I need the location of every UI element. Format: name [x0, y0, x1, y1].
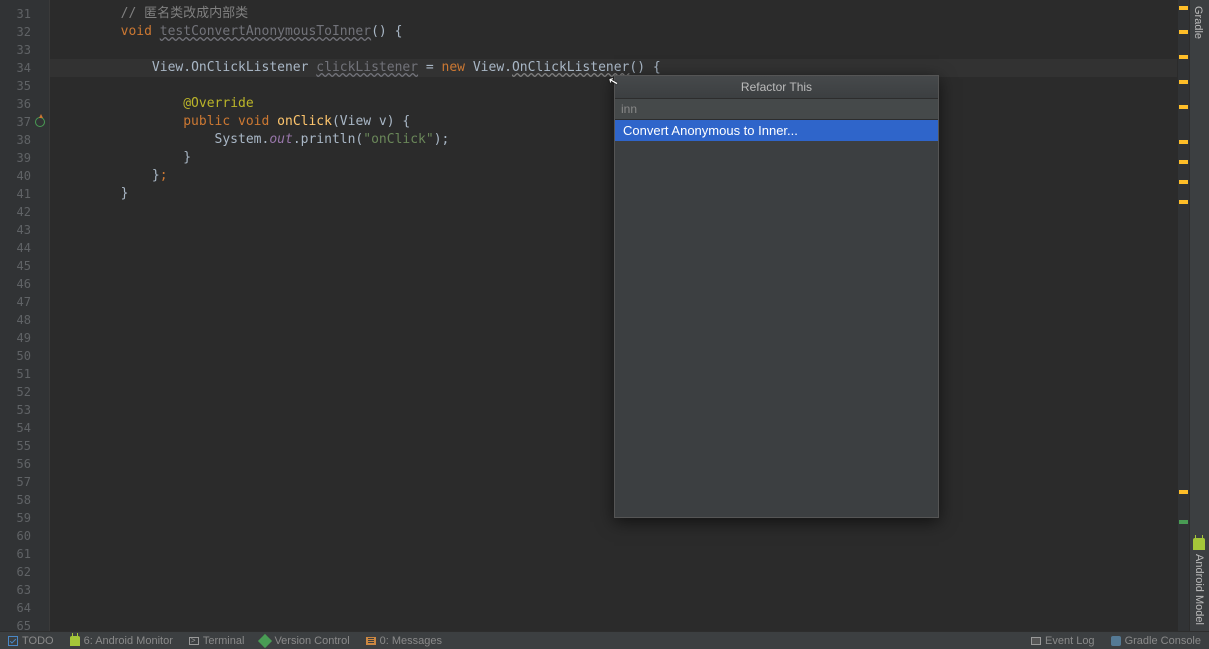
terminal-tool-button[interactable]: Terminal [181, 632, 253, 649]
android-model-tool-tab[interactable]: Android Model [1189, 536, 1209, 627]
code-line[interactable] [50, 563, 1189, 581]
popup-list[interactable]: Convert Anonymous to Inner... [615, 120, 938, 517]
warning-stripe-mark[interactable] [1179, 105, 1188, 109]
warning-stripe-mark[interactable] [1179, 55, 1188, 59]
line-number-gutter[interactable]: 3132333435363738394041424344454647484950… [0, 0, 50, 631]
refactor-this-popup: Refactor This inn Convert Anonymous to I… [614, 75, 939, 518]
warning-stripe-mark[interactable] [1179, 30, 1188, 34]
warning-stripe-mark[interactable] [1179, 80, 1188, 84]
gradle-tool-tab[interactable]: Gradle [1190, 0, 1206, 45]
warning-stripe-mark[interactable] [1179, 490, 1188, 494]
todo-tool-button[interactable]: TODO [0, 632, 62, 649]
warning-stripe-mark[interactable] [1179, 200, 1188, 204]
messages-tool-button[interactable]: 0: Messages [358, 632, 450, 649]
code-line[interactable]: // 匿名类改成内部类 [50, 5, 1189, 23]
code-line[interactable] [50, 545, 1189, 563]
gradle-console-tool-button[interactable]: Gradle Console [1103, 632, 1209, 649]
terminal-label: Terminal [203, 635, 245, 647]
editor-area: 3132333435363738394041424344454647484950… [0, 0, 1189, 631]
messages-icon [366, 637, 376, 645]
event-log-icon [1031, 637, 1041, 645]
code-line[interactable] [50, 599, 1189, 617]
android-monitor-tool-button[interactable]: 6: Android Monitor [62, 632, 181, 649]
status-bar: TODO 6: Android Monitor Terminal Version… [0, 631, 1209, 649]
code-line[interactable] [50, 581, 1189, 599]
popup-speed-search[interactable]: inn [615, 99, 938, 120]
gradle-console-label: Gradle Console [1125, 635, 1201, 647]
android-icon [70, 636, 80, 646]
vcs-icon [258, 633, 272, 647]
popup-title: Refactor This [615, 76, 938, 99]
warning-stripe-mark[interactable] [1179, 6, 1188, 10]
code-line[interactable] [50, 41, 1189, 59]
terminal-icon [189, 637, 199, 645]
override-gutter-icon[interactable] [35, 117, 45, 127]
warning-stripe-mark[interactable] [1179, 180, 1188, 184]
warning-stripe-mark[interactable] [1179, 140, 1188, 144]
event-log-label: Event Log [1045, 635, 1095, 647]
gradle-icon [1111, 636, 1121, 646]
todo-icon [8, 636, 18, 646]
android-model-label: Android Model [1193, 554, 1205, 625]
refactor-action-item[interactable]: Convert Anonymous to Inner... [615, 120, 938, 141]
android-icon [1193, 538, 1205, 550]
ok-stripe-mark[interactable] [1179, 520, 1188, 524]
code-line[interactable]: void testConvertAnonymousToInner() { [50, 23, 1189, 41]
error-stripe[interactable] [1177, 0, 1189, 631]
version-control-tool-button[interactable]: Version Control [252, 632, 357, 649]
messages-label: 0: Messages [380, 635, 442, 647]
code-line[interactable] [50, 527, 1189, 545]
warning-stripe-mark[interactable] [1179, 160, 1188, 164]
todo-label: TODO [22, 635, 54, 647]
event-log-tool-button[interactable]: Event Log [1023, 632, 1103, 649]
android-monitor-label: 6: Android Monitor [84, 635, 173, 647]
version-control-label: Version Control [274, 635, 349, 647]
